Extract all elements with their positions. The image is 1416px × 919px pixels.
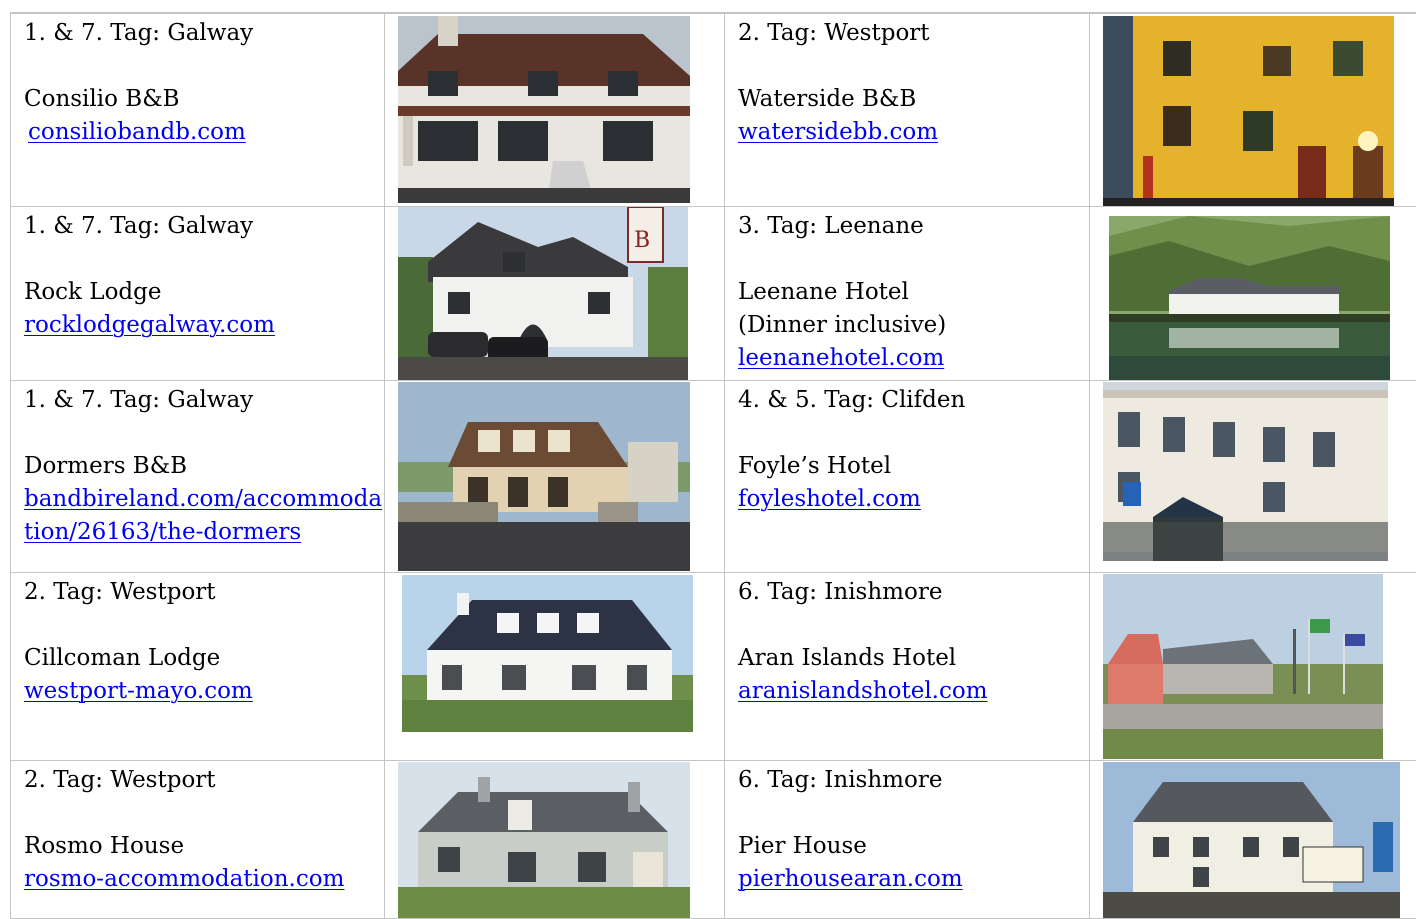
foyles-hotel-photo [1103, 382, 1388, 561]
day-label: 6. Tag: Inishmore [738, 576, 1089, 609]
photo-cell [385, 380, 725, 572]
accommodation-name: Consilio B&B [24, 83, 384, 116]
accommodation-name: Leenane Hotel [738, 276, 1089, 309]
accommodation-name: Rosmo House [24, 830, 384, 863]
photo-cell [1090, 760, 1416, 918]
accommodation-cell: 3. Tag: Leenane Leenane Hotel (Dinner in… [725, 206, 1090, 380]
table-row: 1. & 7. Tag: Galway Rock Lodge rocklodge… [11, 206, 1416, 380]
accommodation-table: 1. & 7. Tag: Galway Consilio B&B consili… [10, 12, 1416, 919]
accommodation-name: Dormers B&B [24, 450, 384, 483]
accommodation-name: Waterside B&B [738, 83, 1089, 116]
aran-islands-hotel-photo [1103, 574, 1383, 759]
accommodation-page: 1. & 7. Tag: Galway Consilio B&B consili… [10, 12, 1416, 919]
day-label: 6. Tag: Inishmore [738, 764, 1089, 797]
pier-house-photo [1103, 762, 1400, 919]
rosmo-house-photo [398, 762, 690, 919]
website-link[interactable]: rosmo-accommodation.com [24, 863, 384, 896]
table-row: 1. & 7. Tag: Galway Consilio B&B consili… [11, 13, 1416, 206]
website-link[interactable]: watersidebb.com [738, 116, 1089, 149]
accommodation-cell: 2. Tag: Westport Waterside B&B waterside… [725, 13, 1090, 206]
website-link[interactable]: aranislandshotel.com [738, 675, 1089, 708]
day-label: 1. & 7. Tag: Galway [24, 384, 384, 417]
accommodation-name: Rock Lodge [24, 276, 384, 309]
accommodation-cell: 6. Tag: Inishmore Aran Islands Hotel ara… [725, 572, 1090, 760]
website-link[interactable]: foyleshotel.com [738, 483, 1089, 516]
accommodation-name: Pier House [738, 830, 1089, 863]
svg-text:B: B [634, 228, 650, 253]
waterside-bb-photo [1103, 16, 1394, 206]
accommodation-cell: 4. & 5. Tag: Clifden Foyle’s Hotel foyle… [725, 380, 1090, 572]
table-row: 1. & 7. Tag: Galway Dormers B&B bandbire… [11, 380, 1416, 572]
consilio-bb-photo [398, 16, 690, 203]
website-link[interactable]: pierhousearan.com [738, 863, 1089, 896]
website-link[interactable]: consiliobandb.com [28, 116, 384, 149]
website-link[interactable]: bandbireland.com/accommodation/26163/the… [24, 483, 384, 549]
table-row: 2. Tag: Westport Cillcoman Lodge westpor… [11, 572, 1416, 760]
website-link[interactable]: leenanehotel.com [738, 342, 1089, 375]
dormers-bb-photo [398, 382, 690, 571]
photo-cell [385, 13, 725, 206]
photo-cell [385, 572, 725, 760]
day-label: 2. Tag: Westport [24, 576, 384, 609]
photo-cell [1090, 572, 1416, 760]
day-label: 3. Tag: Leenane [738, 210, 1089, 243]
photo-cell [1090, 206, 1416, 380]
day-label: 1. & 7. Tag: Galway [24, 17, 384, 50]
accommodation-cell: 1. & 7. Tag: Galway Rock Lodge rocklodge… [11, 206, 385, 380]
accommodation-cell: 1. & 7. Tag: Galway Dormers B&B bandbire… [11, 380, 385, 572]
accommodation-cell: 2. Tag: Westport Rosmo House rosmo-accom… [11, 760, 385, 918]
day-label: 2. Tag: Westport [24, 764, 384, 797]
day-label: 2. Tag: Westport [738, 17, 1089, 50]
rock-lodge-photo: B [398, 207, 688, 380]
day-label: 1. & 7. Tag: Galway [24, 210, 384, 243]
accommodation-name: Cillcoman Lodge [24, 642, 384, 675]
website-link[interactable]: westport-mayo.com [24, 675, 384, 708]
photo-cell [1090, 380, 1416, 572]
accommodation-cell: 2. Tag: Westport Cillcoman Lodge westpor… [11, 572, 385, 760]
day-label: 4. & 5. Tag: Clifden [738, 384, 1089, 417]
table-row: 2. Tag: Westport Rosmo House rosmo-accom… [11, 760, 1416, 918]
accommodation-name: Aran Islands Hotel [738, 642, 1089, 675]
photo-cell [385, 760, 725, 918]
leenane-hotel-photo [1109, 216, 1390, 381]
photo-cell [1090, 13, 1416, 206]
accommodation-name: Foyle’s Hotel [738, 450, 1089, 483]
accommodation-note: (Dinner inclusive) [738, 309, 1089, 342]
accommodation-cell: 6. Tag: Inishmore Pier House pierhousear… [725, 760, 1090, 918]
cillcoman-lodge-photo [402, 575, 693, 732]
website-link[interactable]: rocklodgegalway.com [24, 309, 384, 342]
photo-cell: B [385, 206, 725, 380]
accommodation-cell: 1. & 7. Tag: Galway Consilio B&B consili… [11, 13, 385, 206]
